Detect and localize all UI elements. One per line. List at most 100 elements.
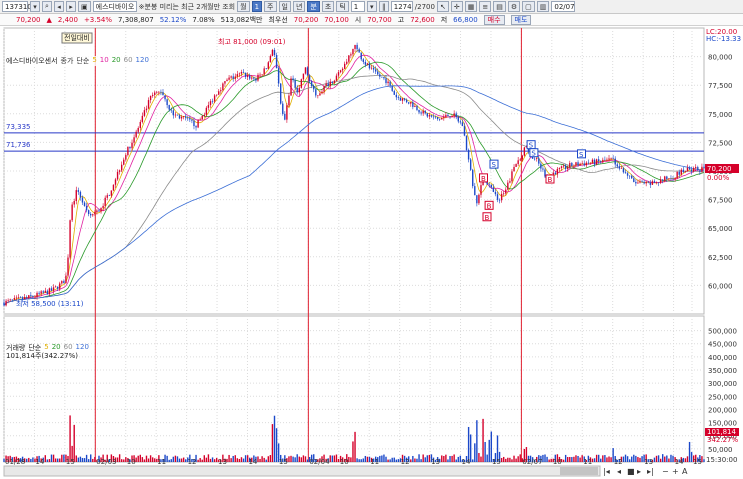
time-axis-label: 11 — [583, 458, 592, 466]
volume-bar — [604, 455, 606, 462]
next-stock-icon[interactable]: ▸ — [66, 1, 76, 12]
volume-bar — [507, 457, 509, 462]
candle-body — [414, 105, 416, 107]
candle-body — [11, 299, 13, 301]
volume-bar — [564, 454, 567, 462]
candle-body — [680, 169, 682, 175]
candle-body — [187, 117, 189, 119]
candle-body — [71, 204, 73, 221]
period-week-button[interactable]: 주 — [264, 1, 277, 12]
candle-body — [197, 120, 199, 128]
candle-body — [682, 169, 685, 173]
candle-body — [408, 102, 410, 104]
volume-bar — [185, 459, 187, 462]
chart-area[interactable]: SBBBSSBS 80,00077,50075,00072,50070,0006… — [0, 26, 743, 479]
candle-body — [575, 162, 577, 166]
prev-stock-icon[interactable]: ◂ — [54, 1, 64, 12]
candle-body — [317, 95, 319, 96]
volume-bar — [271, 424, 274, 462]
time-end-label: 15:30:00 — [706, 456, 737, 464]
zoom-in-icon[interactable]: + — [672, 467, 679, 476]
volume-bar — [209, 458, 212, 462]
interval-dropdown-icon[interactable]: ▾ — [366, 1, 377, 12]
lock-icon[interactable]: ▣ — [78, 1, 91, 12]
volume-bar — [653, 457, 656, 462]
buy-button[interactable]: 매수 — [483, 14, 505, 25]
candle-body — [306, 67, 309, 76]
zoom-out-icon[interactable]: − — [662, 467, 669, 476]
period-day-button[interactable]: 일 — [278, 1, 291, 12]
code-dropdown-icon[interactable]: ▾ — [30, 1, 40, 12]
volume-bar — [412, 455, 414, 462]
volume-bar — [606, 457, 608, 462]
candle-body — [469, 159, 472, 170]
settings-icon[interactable]: ⚙ — [507, 1, 521, 12]
candle-body — [292, 78, 294, 81]
pointer-icon[interactable]: ↖ — [436, 1, 449, 12]
candle-body — [604, 159, 606, 161]
calendar-icon[interactable]: ▥ — [536, 1, 550, 12]
candle-body — [300, 79, 303, 88]
candle-body — [498, 199, 501, 201]
candle-body — [391, 85, 393, 91]
play-icon[interactable]: ▸ — [637, 467, 641, 476]
zoom-icon[interactable]: ▢ — [522, 1, 535, 12]
sell-button[interactable]: 매도 — [510, 14, 532, 25]
candle-body — [659, 179, 662, 183]
stock-code-input[interactable]: 137310 — [2, 1, 32, 12]
fit-icon[interactable]: A — [682, 467, 688, 476]
candle-body — [15, 297, 18, 299]
volume-bar — [426, 455, 429, 462]
period-minute-button[interactable]: 분 — [307, 1, 320, 12]
date-input[interactable]: 02/07 — [551, 1, 576, 12]
prev-icon[interactable]: ◂ — [617, 467, 621, 476]
candle-body — [65, 275, 67, 284]
candle-body — [569, 163, 571, 168]
candle-body — [449, 116, 451, 117]
split-icon[interactable]: ‖ — [378, 1, 389, 12]
search-icon[interactable]: ⌕ — [42, 1, 52, 12]
candle-body — [228, 77, 230, 80]
first-icon[interactable]: |◂ — [603, 467, 610, 476]
period-year-button[interactable]: 년 — [292, 1, 306, 12]
period-1-button[interactable]: 1 — [251, 1, 263, 12]
period-second-button[interactable]: 초 — [321, 1, 335, 12]
candle-body — [422, 110, 424, 114]
period-tick-button[interactable]: 틱 — [336, 1, 349, 12]
save-icon[interactable]: ▤ — [493, 1, 506, 12]
candle-body — [211, 101, 214, 102]
crosshair-icon[interactable]: ✛ — [450, 1, 463, 12]
scrollbar-thumb[interactable] — [560, 467, 598, 475]
candle-body — [424, 110, 426, 114]
candle-body — [595, 159, 598, 165]
stop-icon[interactable]: ■ — [627, 467, 635, 476]
volume-bar — [296, 454, 298, 462]
candle-body — [593, 159, 596, 165]
horizontal-scrollbar[interactable] — [3, 465, 601, 477]
grid-icon[interactable]: ▦ — [464, 1, 478, 12]
volume-bar — [550, 458, 552, 462]
candle-body — [626, 173, 629, 176]
volume-bar — [515, 458, 517, 462]
volume-bar — [443, 456, 445, 462]
stock-name-field[interactable]: 에스디바이오 — [92, 1, 137, 12]
price-volume-chart[interactable]: SBBBSSBS 80,00077,50075,00072,50070,0006… — [0, 26, 743, 479]
time-axis-label: 14 — [462, 458, 471, 466]
candle-body — [259, 74, 261, 76]
volume-bar — [422, 454, 424, 462]
volume-bar — [149, 455, 152, 462]
candle-body — [203, 114, 205, 116]
volume-bar — [484, 441, 486, 462]
minute-notice: ※분봉 미리는 최근 2개월만 조회 — [138, 2, 236, 11]
candle-body — [232, 76, 234, 79]
candle-body — [459, 121, 462, 123]
period-month-button[interactable]: 월 — [237, 1, 250, 12]
volume-bar — [482, 418, 484, 462]
interval-input[interactable]: 1 — [350, 1, 365, 12]
list-icon[interactable]: ≡ — [479, 1, 492, 12]
candle-body — [145, 108, 148, 111]
candle-body — [639, 181, 641, 183]
candle-body — [56, 286, 59, 289]
last-icon[interactable]: ▸| — [647, 467, 654, 476]
count-input[interactable]: 1274 — [390, 1, 413, 12]
